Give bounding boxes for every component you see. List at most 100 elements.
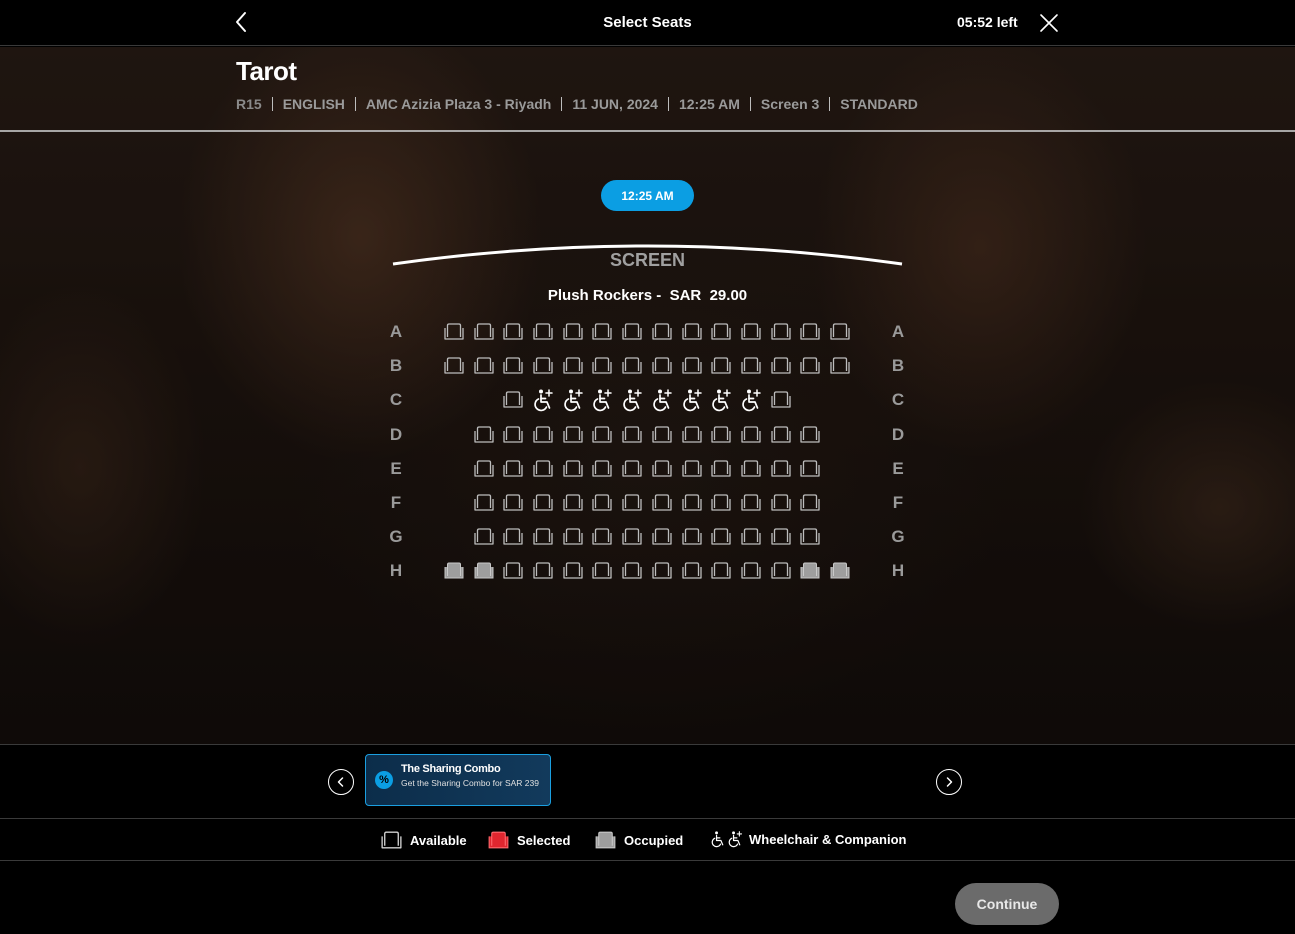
seat-available[interactable] <box>620 356 644 376</box>
seat-available[interactable] <box>501 322 525 342</box>
seat-available[interactable] <box>620 561 644 581</box>
seat-available[interactable] <box>769 425 793 445</box>
seat-available[interactable] <box>650 561 674 581</box>
seat-available[interactable] <box>501 356 525 376</box>
seat-available[interactable] <box>709 527 733 547</box>
seat-available[interactable] <box>680 425 704 445</box>
seat-available[interactable] <box>709 493 733 513</box>
showtime-pill[interactable]: 12:25 AM <box>601 180 694 211</box>
seat-available[interactable] <box>531 425 555 445</box>
seat-available[interactable] <box>531 322 555 342</box>
seat-available[interactable] <box>650 493 674 513</box>
seat-available[interactable] <box>709 561 733 581</box>
seat-available[interactable] <box>590 527 614 547</box>
seat-available[interactable] <box>739 527 763 547</box>
seat-available[interactable] <box>798 322 822 342</box>
seat-available[interactable] <box>531 459 555 479</box>
wheelchair-seat[interactable] <box>710 388 732 412</box>
seat-available[interactable] <box>472 459 496 479</box>
seat-available[interactable] <box>561 459 585 479</box>
seat-available[interactable] <box>739 356 763 376</box>
seat-available[interactable] <box>501 493 525 513</box>
seat-available[interactable] <box>739 493 763 513</box>
seat-available[interactable] <box>472 425 496 445</box>
seat-available[interactable] <box>769 459 793 479</box>
seat-available[interactable] <box>798 425 822 445</box>
seat-available[interactable] <box>709 322 733 342</box>
seat-available[interactable] <box>769 322 793 342</box>
seat-available[interactable] <box>561 356 585 376</box>
seat-available[interactable] <box>501 561 525 581</box>
seat-available[interactable] <box>561 425 585 445</box>
wheelchair-seat[interactable] <box>651 388 673 412</box>
close-button[interactable] <box>1038 12 1060 34</box>
seat-available[interactable] <box>590 459 614 479</box>
wheelchair-seat[interactable] <box>562 388 584 412</box>
seat-available[interactable] <box>561 527 585 547</box>
seat-available[interactable] <box>531 527 555 547</box>
seat-available[interactable] <box>798 459 822 479</box>
wheelchair-seat[interactable] <box>591 388 613 412</box>
seat-available[interactable] <box>680 322 704 342</box>
seat-available[interactable] <box>739 561 763 581</box>
seat-available[interactable] <box>680 493 704 513</box>
seat-available[interactable] <box>680 356 704 376</box>
seat-available[interactable] <box>590 561 614 581</box>
seat-available[interactable] <box>828 322 852 342</box>
seat-available[interactable] <box>798 356 822 376</box>
seat-available[interactable] <box>501 425 525 445</box>
seat-available[interactable] <box>472 356 496 376</box>
seat-available[interactable] <box>442 356 466 376</box>
seat-available[interactable] <box>798 493 822 513</box>
seat-available[interactable] <box>620 527 644 547</box>
seat-available[interactable] <box>680 527 704 547</box>
wheelchair-seat[interactable] <box>532 388 554 412</box>
seat-available[interactable] <box>798 527 822 547</box>
seat-available[interactable] <box>561 322 585 342</box>
seat-available[interactable] <box>680 459 704 479</box>
offers-next-button[interactable] <box>936 769 962 795</box>
seat-available[interactable] <box>769 561 793 581</box>
seat-available[interactable] <box>501 527 525 547</box>
seat-available[interactable] <box>590 322 614 342</box>
seat-available[interactable] <box>590 493 614 513</box>
seat-available[interactable] <box>620 322 644 342</box>
continue-button[interactable]: Continue <box>955 883 1059 925</box>
seat-available[interactable] <box>739 425 763 445</box>
seat-available[interactable] <box>442 322 466 342</box>
seat-available[interactable] <box>650 425 674 445</box>
seat-available[interactable] <box>650 527 674 547</box>
wheelchair-seat[interactable] <box>740 388 762 412</box>
seat-available[interactable] <box>501 459 525 479</box>
seat-available[interactable] <box>590 425 614 445</box>
seat-available[interactable] <box>501 390 525 410</box>
seat-available[interactable] <box>828 356 852 376</box>
seat-available[interactable] <box>620 425 644 445</box>
seat-available[interactable] <box>531 356 555 376</box>
seat-available[interactable] <box>620 493 644 513</box>
seat-available[interactable] <box>472 493 496 513</box>
seat-available[interactable] <box>650 356 674 376</box>
seat-available[interactable] <box>769 493 793 513</box>
seat-available[interactable] <box>709 356 733 376</box>
seat-available[interactable] <box>709 459 733 479</box>
wheelchair-seat[interactable] <box>681 388 703 412</box>
seat-available[interactable] <box>561 561 585 581</box>
seat-available[interactable] <box>620 459 644 479</box>
seat-available[interactable] <box>472 322 496 342</box>
offer-card[interactable]: % The Sharing Combo Get the Sharing Comb… <box>365 754 551 806</box>
seat-available[interactable] <box>650 322 674 342</box>
offers-prev-button[interactable] <box>328 769 354 795</box>
seat-available[interactable] <box>561 493 585 513</box>
seat-available[interactable] <box>590 356 614 376</box>
seat-available[interactable] <box>680 561 704 581</box>
wheelchair-seat[interactable] <box>621 388 643 412</box>
seat-available[interactable] <box>769 356 793 376</box>
seat-available[interactable] <box>709 425 733 445</box>
seat-available[interactable] <box>739 459 763 479</box>
seat-available[interactable] <box>531 493 555 513</box>
seat-available[interactable] <box>769 390 793 410</box>
seat-available[interactable] <box>472 527 496 547</box>
seat-available[interactable] <box>531 561 555 581</box>
seat-available[interactable] <box>650 459 674 479</box>
